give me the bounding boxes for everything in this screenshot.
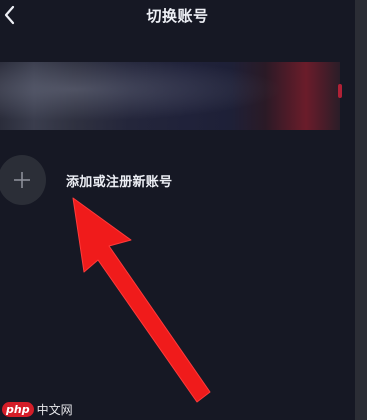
account-indicator [338,84,342,98]
account-card-blur [0,62,340,130]
watermark-logo: php [2,401,34,417]
add-account-button[interactable]: 添加或注册新账号 [0,154,355,206]
add-account-circle [0,155,46,205]
current-account-item[interactable] [0,62,340,130]
window-edge [355,0,367,420]
add-account-label: 添加或注册新账号 [66,175,173,190]
page-title: 切换账号 [146,7,209,25]
switch-account-screen: 切换账号 添加或注册新账号 [0,0,355,420]
watermark-text: 中文网 [36,402,73,417]
watermark: php 中文网 [2,399,73,419]
plus-icon [14,172,30,188]
header: 切换账号 [0,0,355,36]
